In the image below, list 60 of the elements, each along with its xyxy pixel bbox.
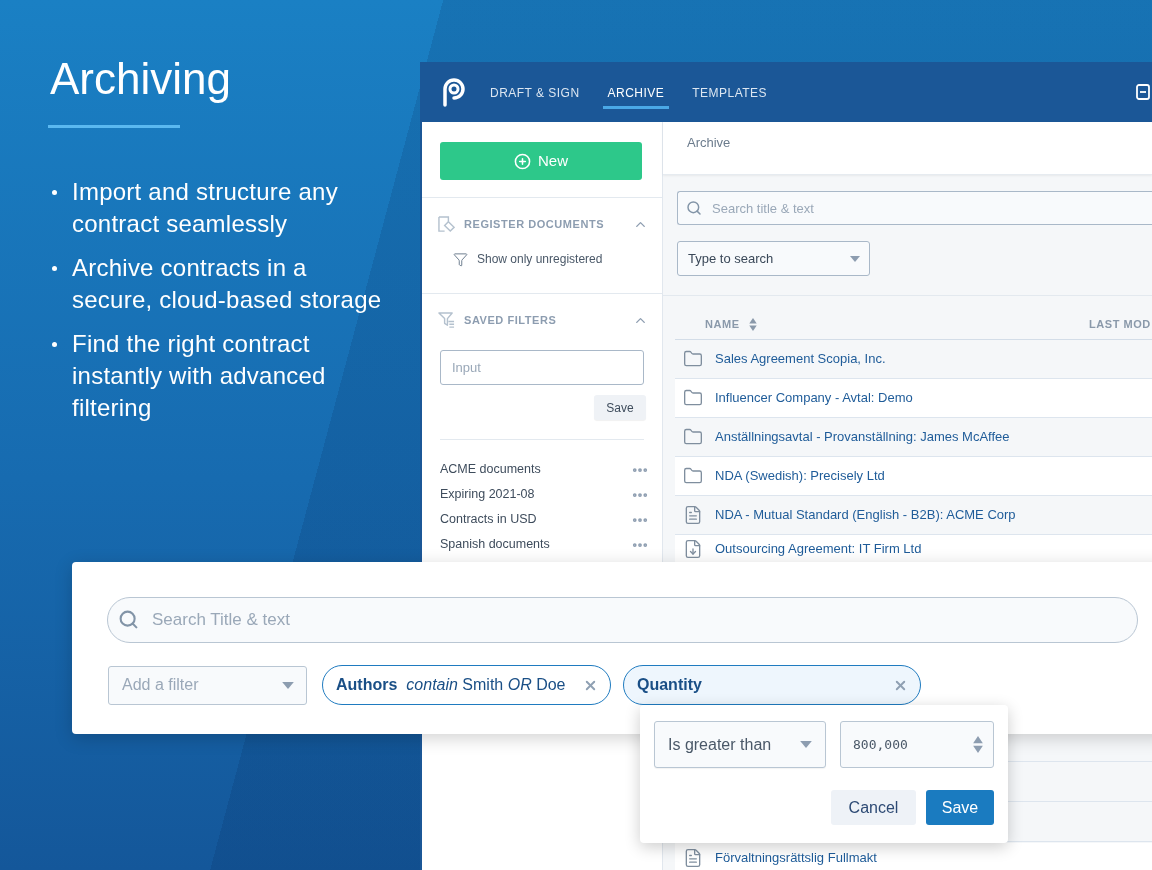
caret-icon [850,255,860,262]
caret-icon [282,681,294,689]
name-cell-text: NDA (Swedish): Precisely Ltd [715,467,885,486]
filter-option[interactable]: Show only unregistered [477,250,603,268]
saved-filter-item[interactable]: ACME documents [440,460,541,479]
nav-tab[interactable]: TEMPLATES [687,75,773,109]
bullet-icon [52,342,57,347]
table-row[interactable]: Förvaltningsrättslig Fullmakt [675,843,1152,870]
filter-chip[interactable]: Authors contain Smith OR Doe [322,665,611,705]
sort-icon [748,317,757,331]
name-cell-text: Influencer Company - Avtal: Demo [715,389,913,408]
folder-icon [683,466,703,486]
folder-icon [683,388,703,408]
document-tag-icon [438,215,455,233]
minus-square-icon[interactable] [1136,84,1150,100]
bullet-text: Import and structure any contract seamlessly [72,177,339,239]
document-icon [683,505,703,525]
saved-filter-item[interactable]: Contracts in USD [440,510,537,529]
caret-icon [800,741,812,748]
name-cell-text: Förvaltningsrättslig Fullmakt [715,848,877,867]
logo-icon[interactable] [440,75,466,109]
folder-icon [683,349,703,369]
search-icon [118,609,139,630]
bullet-text: Archive contracts in a secure, cloud-based storage [72,253,383,315]
table-row[interactable]: Outsourcing Agreement: IT Firm Ltd [675,535,1152,562]
table-row[interactable]: Influencer Company - Avtal: Demo [675,379,1152,418]
saved-filter-item[interactable]: Spanish documents [440,535,550,554]
page-title: Archiving [50,55,232,103]
filter-chip[interactable]: Quantity [623,665,921,705]
search-field[interactable]: Search title & text [677,191,1152,225]
name-cell-text: NDA - Mutual Standard (English - B2B): ACME Corp [715,506,1016,525]
nav-tab[interactable]: DRAFT & SIGN [485,75,585,109]
filter-list-icon [438,311,455,329]
bullet-icon [52,266,57,271]
filter-icon [453,251,468,267]
document-icon [683,847,703,868]
name-cell-text: Outsourcing Agreement: IT Firm Ltd [715,539,922,558]
stepper-icon [972,736,984,753]
nav-tab[interactable]: ARCHIVE [602,75,670,109]
folder-icon [683,427,703,447]
section-title: REGISTER DOCUMENTS [464,216,605,232]
input-field[interactable]: Input [440,350,644,385]
cancel-button[interactable]: Cancel [831,790,916,825]
name-cell-text: Sales Agreement Scopia, Inc. [715,350,886,369]
save-button[interactable]: Save [594,395,646,420]
search-field[interactable]: Search Title & text [107,597,1138,643]
saved-filter-item[interactable]: Expiring 2021-08 [440,485,535,504]
bullet-text: Find the right contract instantly with advanced filtering [72,329,327,423]
bullet-icon [52,190,57,195]
search-icon [686,200,702,216]
operator-select[interactable]: Is greater than [654,721,826,768]
name-cell-text: Anställningsavtal - Provanställning: James McAffee [715,428,1010,447]
document-download-icon [683,538,703,559]
number-field[interactable]: 800,000 [840,721,994,768]
section-title: SAVED FILTERS [464,312,557,328]
table-row[interactable]: NDA (Swedish): Precisely Ltd [675,457,1152,496]
type-select[interactable]: Type to search [677,241,870,276]
save-button[interactable]: Save [926,790,994,825]
plus-circle-icon [514,152,531,170]
breadcrumb-item[interactable]: Archive [687,133,731,153]
